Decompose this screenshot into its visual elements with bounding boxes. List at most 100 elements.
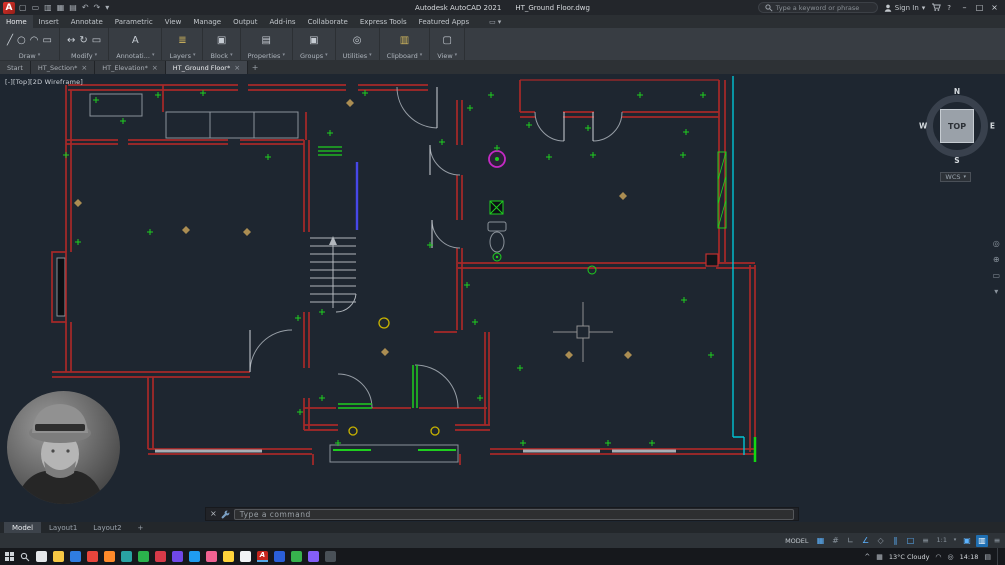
- utilities-panel-label[interactable]: Utilities ▾: [343, 52, 372, 60]
- properties-panel-label[interactable]: Properties ▾: [248, 52, 285, 60]
- ribbon-tab-insert[interactable]: Insert: [33, 15, 65, 28]
- minimize-button[interactable]: –: [957, 0, 972, 15]
- rotate-tool-icon[interactable]: ↻: [79, 36, 87, 46]
- taskbar-app-icon[interactable]: [87, 551, 98, 562]
- close-command-line-icon[interactable]: ×: [210, 510, 217, 518]
- lineweight-toggle[interactable]: ≡: [920, 535, 932, 547]
- isolate-objects-toggle[interactable]: ▥: [976, 534, 988, 547]
- taskbar-app-icon[interactable]: [172, 551, 183, 562]
- navbar-more-icon[interactable]: ▾: [994, 287, 998, 296]
- weather-widget[interactable]: 13°C Cloudy: [889, 553, 930, 561]
- new-drawing-tab-button[interactable]: +: [248, 61, 262, 74]
- viewcube-west[interactable]: W: [919, 122, 927, 131]
- measure-tool-icon[interactable]: ◎: [353, 36, 362, 46]
- save-icon[interactable]: ▥: [44, 3, 52, 12]
- circle-tool-icon[interactable]: ○: [17, 36, 26, 46]
- layers-stack-icon[interactable]: ≣: [178, 36, 186, 46]
- taskbar-icon-autocad[interactable]: A: [257, 551, 268, 562]
- ribbon-tab-annotate[interactable]: Annotate: [65, 15, 109, 28]
- modify-panel-label[interactable]: Modify ▾: [71, 52, 97, 60]
- layout-tab-layout1[interactable]: Layout1: [41, 522, 85, 533]
- block-tools[interactable]: ▣: [217, 30, 226, 53]
- properties-tools[interactable]: ▤: [262, 30, 271, 53]
- clock[interactable]: 14:18: [960, 553, 979, 561]
- file-tab-start[interactable]: Start: [0, 61, 31, 74]
- ribbon-tab-express-tools[interactable]: Express Tools: [354, 15, 413, 28]
- customize-wrench-icon[interactable]: [221, 510, 230, 519]
- model-space-label[interactable]: MODEL: [785, 537, 808, 545]
- grid-toggle[interactable]: ▦: [815, 535, 827, 547]
- command-line[interactable]: × Type a command: [205, 507, 799, 521]
- draw-tools[interactable]: ╱ ○ ◠ ▭: [7, 30, 52, 53]
- line-tool-icon[interactable]: ╱: [7, 36, 13, 46]
- taskbar-app-icon[interactable]: [155, 551, 166, 562]
- viewcube-south[interactable]: S: [954, 156, 959, 165]
- clipboard-tools[interactable]: ▥: [400, 30, 409, 53]
- text-tool-icon[interactable]: A: [132, 36, 139, 46]
- taskbar-app-icon[interactable]: [240, 551, 251, 562]
- search-input[interactable]: Type a keyword or phrase: [757, 2, 878, 13]
- taskbar-app-icon[interactable]: [53, 551, 64, 562]
- ribbon-tab-home[interactable]: Home: [0, 15, 33, 28]
- annotation-visibility-toggle[interactable]: ▣: [961, 535, 973, 547]
- tray-icon[interactable]: ▦: [876, 553, 883, 561]
- taskbar-app-icon[interactable]: [325, 551, 336, 562]
- taskbar-app-icon[interactable]: [104, 551, 115, 562]
- taskbar-app-icon[interactable]: [70, 551, 81, 562]
- annotation-tools[interactable]: A: [132, 30, 139, 53]
- redo-icon[interactable]: ↷: [94, 3, 101, 12]
- block-panel-label[interactable]: Block ▾: [210, 52, 232, 60]
- isodraft-toggle[interactable]: ◇: [875, 535, 887, 547]
- block-insert-icon[interactable]: ▣: [217, 36, 226, 46]
- polar-tracking-toggle[interactable]: ∠: [860, 535, 872, 547]
- ribbon-display-toggle[interactable]: ▭ ▾: [489, 15, 501, 28]
- annotation-scale-selector[interactable]: 1:1: [935, 535, 949, 547]
- start-menu-button[interactable]: [5, 552, 14, 561]
- viewcube-top-face[interactable]: TOP: [940, 109, 974, 143]
- viewport-controls[interactable]: [-][Top][2D Wireframe]: [5, 78, 83, 86]
- pan-icon[interactable]: ⊕: [993, 255, 1000, 264]
- zoom-extents-icon[interactable]: ▭: [992, 271, 1000, 280]
- open-file-icon[interactable]: ▭: [32, 3, 40, 12]
- layout-tab-model[interactable]: Model: [4, 522, 42, 533]
- ribbon-tab-featured-apps[interactable]: Featured Apps: [413, 15, 475, 28]
- groups-tools[interactable]: ▣: [309, 30, 318, 53]
- tray-expand-icon[interactable]: ^: [864, 553, 870, 561]
- command-input[interactable]: Type a command: [233, 508, 794, 520]
- taskbar-app-icon[interactable]: [291, 551, 302, 562]
- network-icon[interactable]: ◠: [935, 553, 941, 561]
- viewcube-east[interactable]: E: [990, 122, 995, 131]
- drawing-area[interactable]: [-][Top][2D Wireframe] N S W E TOP WCS ▾…: [0, 74, 1005, 522]
- scale-dropdown-icon[interactable]: ▾: [952, 535, 958, 547]
- trim-tool-icon[interactable]: ▭: [92, 36, 101, 46]
- taskbar-app-icon[interactable]: [223, 551, 234, 562]
- layers-panel-label[interactable]: Layers ▾: [169, 52, 195, 60]
- rectangle-tool-icon[interactable]: ▭: [43, 36, 52, 46]
- plot-icon[interactable]: ▤: [69, 3, 77, 12]
- show-desktop-button[interactable]: [997, 548, 1000, 565]
- new-layout-button[interactable]: +: [130, 522, 152, 533]
- group-icon[interactable]: ▣: [309, 36, 318, 46]
- view-tools[interactable]: ▢: [442, 30, 451, 53]
- close-tab-icon[interactable]: ×: [234, 64, 240, 72]
- taskbar-app-icon[interactable]: [274, 551, 285, 562]
- undo-icon[interactable]: ↶: [82, 3, 89, 12]
- volume-icon[interactable]: ◎: [948, 553, 954, 561]
- taskbar-search-icon[interactable]: [20, 552, 30, 562]
- app-store-cart-icon[interactable]: [931, 3, 942, 12]
- ortho-toggle[interactable]: ∟: [845, 535, 857, 547]
- properties-icon[interactable]: ▤: [262, 36, 271, 46]
- groups-panel-label[interactable]: Groups ▾: [300, 52, 328, 60]
- ribbon-tab-manage[interactable]: Manage: [187, 15, 227, 28]
- ribbon-tab-parametric[interactable]: Parametric: [109, 15, 159, 28]
- file-tab-ht-elevation[interactable]: HT_Elevation* ×: [95, 61, 166, 74]
- close-tab-icon[interactable]: ×: [81, 64, 87, 72]
- new-file-icon[interactable]: ▢: [19, 3, 27, 12]
- viewcube-north[interactable]: N: [954, 87, 960, 96]
- modify-tools[interactable]: ↔ ↻ ▭: [67, 30, 101, 53]
- snap-toggle[interactable]: #: [830, 535, 842, 547]
- quick-access-dropdown-icon[interactable]: ▾: [105, 3, 109, 12]
- arc-tool-icon[interactable]: ◠: [30, 36, 39, 46]
- maximize-button[interactable]: □: [972, 0, 987, 15]
- ribbon-tab-collaborate[interactable]: Collaborate: [302, 15, 354, 28]
